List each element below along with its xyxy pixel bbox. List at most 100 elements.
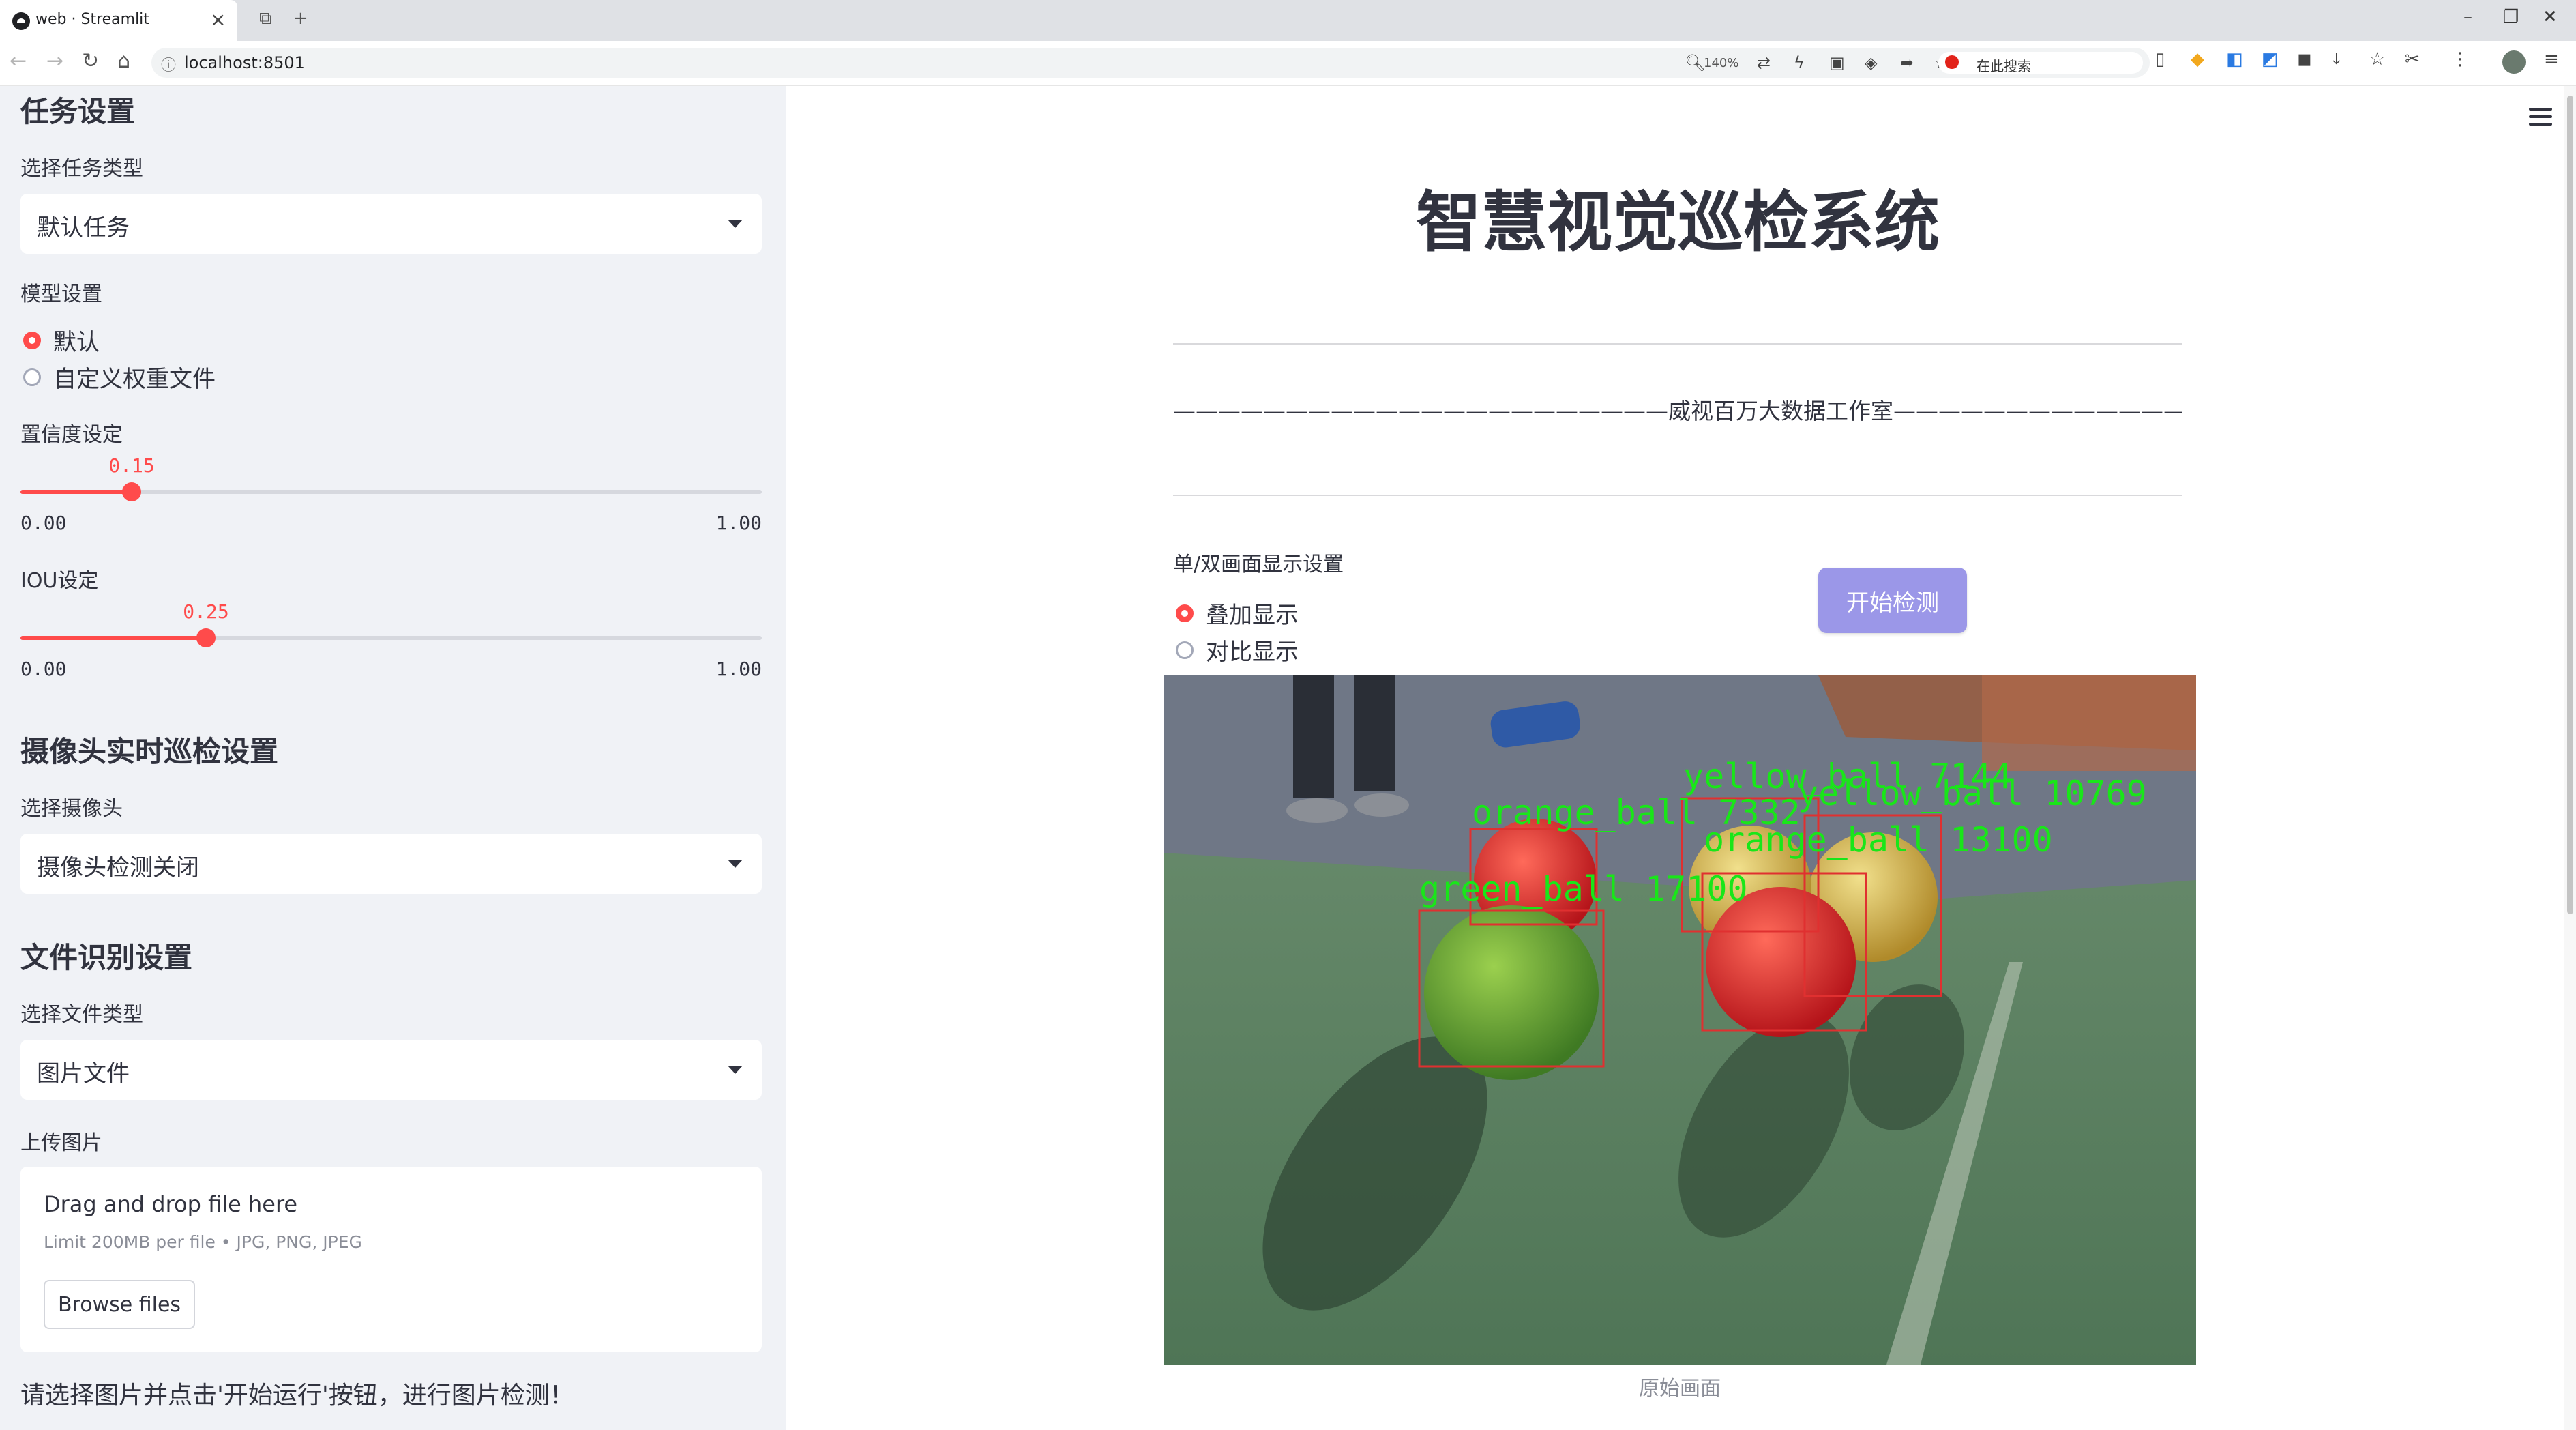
task-section-title: 任务设置 <box>20 95 136 128</box>
address-bar[interactable]: ⓘ localhost:8501 🔍︎ 140% ⇄ ϟ ▣ ◈ ➦ ☆ 在此搜… <box>151 48 2150 78</box>
confidence-slider-thumb[interactable] <box>122 482 142 501</box>
zoom-icon[interactable]: 🔍︎ <box>1685 53 1705 72</box>
confidence-slider[interactable] <box>20 482 762 501</box>
minimize-icon[interactable]: – <box>2463 7 2472 27</box>
sidebar: 任务设置 选择任务类型 默认任务 模型设置 默认 自定义权重文件 置信度设定 0… <box>0 86 786 1430</box>
page-title: 智慧视觉巡检系统 <box>1416 184 1940 261</box>
extension-icon[interactable]: ◆ <box>2191 49 2204 70</box>
studio-banner: ——————————————————————威视百万大数据工作室————————… <box>1173 398 2182 424</box>
streamlit-favicon-icon <box>12 12 30 30</box>
zoom-level: 140% <box>1704 56 1739 70</box>
detection-label: yellow_ball 10769 <box>1798 774 2147 813</box>
file-type-value: 图片文件 <box>37 1060 130 1088</box>
hamburger-menu-icon[interactable] <box>2529 108 2552 126</box>
page-scrollbar-thumb[interactable] <box>2567 96 2573 914</box>
browser-menu-icon[interactable]: ≡ <box>2544 49 2559 70</box>
extension-icon[interactable]: ◧ <box>2226 49 2243 70</box>
camera-select[interactable]: 摄像头检测关闭 <box>20 834 762 894</box>
close-window-icon[interactable]: ✕ <box>2543 7 2558 27</box>
tab-title: web · Streamlit <box>35 11 149 28</box>
iou-max: 1.00 <box>715 658 762 680</box>
iou-slider-fill <box>20 636 206 640</box>
chevron-down-icon <box>728 220 743 228</box>
new-tab-icon[interactable]: + <box>293 8 308 29</box>
iou-slider[interactable] <box>20 628 762 647</box>
radio-label: 默认 <box>53 329 100 356</box>
radio-selected-icon[interactable] <box>1176 604 1194 622</box>
divider <box>1173 343 2182 345</box>
favorites-icon[interactable]: ☆ <box>2369 49 2385 70</box>
divider <box>1173 495 2182 496</box>
site-info-icon[interactable]: ⓘ <box>161 53 176 75</box>
task-type-select[interactable]: 默认任务 <box>20 194 762 254</box>
chevron-down-icon <box>728 860 743 868</box>
detection-result-image: orange_ball 7332 green_ball 17100 yellow… <box>1164 675 2196 1365</box>
profile-avatar[interactable] <box>2502 50 2526 74</box>
file-type-label: 选择文件类型 <box>20 1003 143 1027</box>
display-radio-compare[interactable]: 对比显示 <box>1176 633 1299 667</box>
url-text: localhost:8501 <box>184 53 305 72</box>
dropzone-title: Drag and drop file here <box>44 1191 298 1217</box>
display-mode-label: 单/双画面显示设置 <box>1173 553 1344 577</box>
download-icon[interactable]: ⤓ <box>2333 49 2341 70</box>
person-leg <box>1354 675 1395 791</box>
instruction-hint: 请选择图片并点击'开始运行'按钮，进行图片检测！ <box>20 1382 574 1410</box>
more-menu-icon[interactable]: ⋮ <box>2451 49 2469 70</box>
tools-icon[interactable]: ✂ <box>2405 49 2420 70</box>
radio-unselected-icon[interactable] <box>23 368 41 386</box>
model-radio-default[interactable]: 默认 <box>23 323 100 357</box>
restore-icon[interactable]: ❐ <box>2503 7 2519 27</box>
flash-icon[interactable]: ϟ <box>1794 53 1805 72</box>
file-section-title: 文件识别设置 <box>20 941 193 974</box>
iou-slider-thumb[interactable] <box>196 628 216 647</box>
file-dropzone[interactable]: Drag and drop file here Limit 200MB per … <box>20 1167 762 1352</box>
extension-icon[interactable]: ◼ <box>2297 49 2312 70</box>
wall-decor <box>1982 675 2196 771</box>
image-caption: 原始画面 <box>1639 1377 1721 1401</box>
extension-icon[interactable]: ◩ <box>2262 49 2279 70</box>
radio-selected-icon[interactable] <box>23 331 41 349</box>
radio-label: 叠加显示 <box>1206 602 1299 629</box>
browser-toolbar: ← → ↻ ⌂ ⓘ localhost:8501 🔍︎ 140% ⇄ ϟ ▣ ◈… <box>0 41 2576 86</box>
task-type-value: 默认任务 <box>37 214 130 242</box>
file-type-select[interactable]: 图片文件 <box>20 1040 762 1100</box>
reader-icon[interactable]: ◈ <box>1865 53 1877 72</box>
search-placeholder: 在此搜索 <box>1977 58 2031 74</box>
confidence-min: 0.00 <box>20 512 67 534</box>
back-icon[interactable]: ← <box>10 49 27 73</box>
mobile-icon[interactable]: ▯ <box>2155 49 2165 70</box>
upload-label: 上传图片 <box>20 1131 102 1155</box>
radio-label: 自定义权重文件 <box>53 366 216 393</box>
tab-close-icon[interactable]: × <box>210 8 226 31</box>
start-detection-button[interactable]: 开始检测 <box>1818 568 1967 633</box>
browser-tab[interactable]: web · Streamlit × <box>0 0 237 41</box>
green-ball <box>1424 905 1599 1080</box>
confidence-value: 0.15 <box>108 454 155 477</box>
browser-tab-bar: web · Streamlit × ⧉ + – ❐ ✕ <box>0 0 2576 41</box>
home-icon[interactable]: ⌂ <box>117 49 130 73</box>
model-settings-label: 模型设置 <box>20 282 102 306</box>
tab-actions-icon[interactable]: ⧉ <box>259 8 272 29</box>
dropzone-limit: Limit 200MB per file • JPG, PNG, JPEG <box>44 1232 362 1252</box>
browse-files-button[interactable]: Browse files <box>44 1280 195 1329</box>
browser-search-box[interactable]: 在此搜索 <box>1938 52 2143 74</box>
chevron-down-icon <box>728 1066 743 1074</box>
iou-min: 0.00 <box>20 658 67 680</box>
reload-icon[interactable]: ↻ <box>82 49 99 73</box>
translate-icon[interactable]: ⇄ <box>1757 53 1771 72</box>
display-radio-overlay[interactable]: 叠加显示 <box>1176 596 1299 630</box>
camera-section-title: 摄像头实时巡检设置 <box>20 735 279 768</box>
orange-ball <box>1706 887 1856 1037</box>
camera-select-value: 摄像头检测关闭 <box>37 854 199 881</box>
screenshot-icon[interactable]: ▣ <box>1829 53 1845 72</box>
model-radio-custom[interactable]: 自定义权重文件 <box>23 360 216 394</box>
detection-label: green_ball 17100 <box>1419 869 1748 909</box>
forward-icon[interactable]: → <box>46 49 63 73</box>
share-icon[interactable]: ➦ <box>1900 53 1914 72</box>
search-engine-icon <box>1945 55 1959 69</box>
radio-unselected-icon[interactable] <box>1176 641 1194 659</box>
confidence-slider-fill <box>20 490 132 494</box>
iou-value: 0.25 <box>183 600 229 623</box>
detection-label: orange_ball 13100 <box>1704 820 2053 860</box>
confidence-label: 置信度设定 <box>20 423 123 447</box>
